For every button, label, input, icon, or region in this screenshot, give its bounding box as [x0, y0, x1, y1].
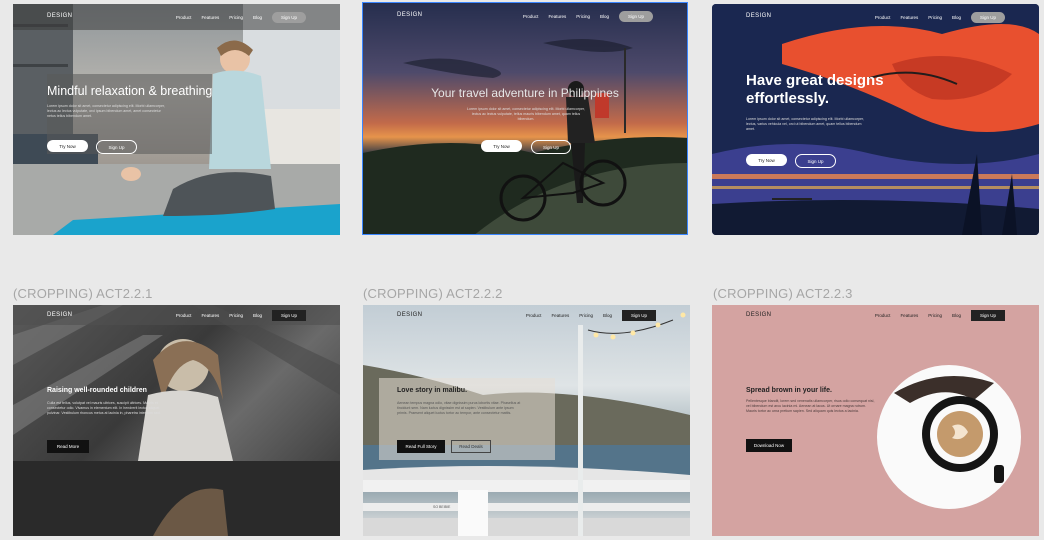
hero-body: Culla est tellus, volutpat vel mauris ul…: [47, 401, 161, 415]
nav-product[interactable]: Product: [526, 313, 542, 318]
hero-body: Lorem ipsum dolor sit amet, consectetur …: [466, 107, 586, 121]
hero-body: Lorem ipsum dolor sit amet, consectetur …: [47, 104, 166, 118]
nav-product[interactable]: Product: [176, 15, 192, 20]
nav-blog[interactable]: Blog: [253, 15, 262, 20]
hero-heading: Spread brown in your life.: [746, 387, 832, 394]
logo[interactable]: DESIGN: [47, 312, 72, 318]
template-card-designs[interactable]: DESIGN Product Features Pricing Blog Sig…: [712, 4, 1039, 235]
nav-pricing[interactable]: Pricing: [928, 313, 942, 318]
nav-pricing[interactable]: Pricing: [229, 15, 243, 20]
hero-heading: Your travel adventure in Philippines: [431, 86, 619, 100]
nav-features[interactable]: Features: [201, 15, 219, 20]
navbar: DESIGN Product Features Pricing Blog Sig…: [363, 3, 687, 29]
nav-features[interactable]: Features: [548, 14, 566, 19]
nav-blog[interactable]: Blog: [253, 313, 262, 318]
nav-product[interactable]: Product: [875, 15, 891, 20]
nav-product[interactable]: Product: [176, 313, 192, 318]
template-card-mindful[interactable]: DESIGN Product Features Pricing Blog Sig…: [13, 4, 340, 235]
logo[interactable]: DESIGN: [397, 12, 422, 18]
hero-heading: Mindful relaxation & breathing: [47, 84, 213, 98]
read-deals-button[interactable]: Read Deals: [451, 440, 491, 453]
children-photo: [13, 305, 340, 536]
read-more-button[interactable]: Read More: [47, 440, 89, 453]
logo[interactable]: DESIGN: [397, 312, 422, 318]
section-label-act2-2-2: (CROPPING) ACT2.2.2: [363, 286, 503, 301]
nav-pricing[interactable]: Pricing: [229, 313, 243, 318]
template-card-children[interactable]: DESIGN Product Features Pricing Blog Sig…: [13, 305, 340, 536]
nav-blog[interactable]: Blog: [600, 14, 609, 19]
read-full-story-button[interactable]: Read Full Story: [397, 440, 445, 453]
sign-up-button[interactable]: Sign Up: [795, 154, 836, 168]
nav-signup-button[interactable]: Sign Up: [618, 11, 653, 22]
section-label-act2-2-1: (CROPPING) ACT2.2.1: [13, 286, 153, 301]
navbar: DESIGN Product Features Pricing Blog Sig…: [712, 305, 1039, 325]
logo[interactable]: DESIGN: [47, 13, 72, 19]
nav-pricing[interactable]: Pricing: [579, 313, 593, 318]
try-now-button[interactable]: Try Now: [47, 140, 88, 152]
nav-product[interactable]: Product: [523, 14, 539, 19]
navbar: DESIGN Product Features Pricing Blog Sig…: [13, 4, 340, 30]
sign-up-button[interactable]: Sign Up: [531, 140, 571, 154]
nav-features[interactable]: Features: [201, 313, 219, 318]
nav-signup-button[interactable]: Sign Up: [970, 310, 1005, 321]
nav-signup-button[interactable]: Sign Up: [271, 310, 306, 321]
nav-pricing[interactable]: Pricing: [576, 14, 590, 19]
nav-pricing[interactable]: Pricing: [928, 15, 942, 20]
nav-blog[interactable]: Blog: [952, 313, 961, 318]
nav-signup-button[interactable]: Sign Up: [970, 12, 1005, 23]
coffee-photo: [877, 365, 1021, 509]
nav-blog[interactable]: Blog: [603, 313, 612, 318]
sign-up-button[interactable]: Sign Up: [96, 140, 137, 154]
nav-features[interactable]: Features: [551, 313, 569, 318]
navbar: DESIGN Product Features Pricing Blog Sig…: [363, 305, 690, 325]
nav-features[interactable]: Features: [900, 313, 918, 318]
nav-product[interactable]: Product: [875, 313, 891, 318]
nav-signup-button[interactable]: Sign Up: [271, 12, 306, 23]
hero-body: Aenean tempus magna odio, vitae dignissi…: [397, 401, 521, 415]
hero-body: Lorem ipsum dolor sit amet, consectetur …: [746, 117, 865, 131]
navbar: DESIGN Product Features Pricing Blog Sig…: [712, 4, 1039, 30]
nav-features[interactable]: Features: [900, 15, 918, 20]
template-card-malibu[interactable]: SO BEIBIE DESIGN Product Features Pricin…: [363, 305, 690, 536]
navbar: DESIGN Product Features Pricing Blog Sig…: [13, 305, 340, 325]
hero-body: Pellentesque blandit, lorem sed venenati…: [746, 399, 875, 413]
logo[interactable]: DESIGN: [746, 13, 771, 19]
template-card-coffee[interactable]: DESIGN Product Features Pricing Blog Sig…: [712, 305, 1039, 536]
try-now-button[interactable]: Try Now: [746, 154, 787, 166]
nav-signup-button[interactable]: Sign Up: [621, 310, 656, 321]
nav-blog[interactable]: Blog: [952, 15, 961, 20]
template-card-travel[interactable]: DESIGN Product Features Pricing Blog Sig…: [362, 2, 688, 235]
hero-heading: Raising well-rounded children: [47, 387, 147, 394]
try-now-button[interactable]: Try Now: [481, 140, 522, 152]
download-now-button[interactable]: Download Now: [746, 439, 792, 452]
hero-heading: Love story in malibu.: [397, 387, 468, 394]
sign-text: SO BEIBIE: [433, 505, 451, 509]
section-label-act2-2-3: (CROPPING) ACT2.2.3: [713, 286, 853, 301]
logo[interactable]: DESIGN: [746, 312, 771, 318]
hero-heading: Have great designs effortlessly.: [746, 72, 884, 107]
